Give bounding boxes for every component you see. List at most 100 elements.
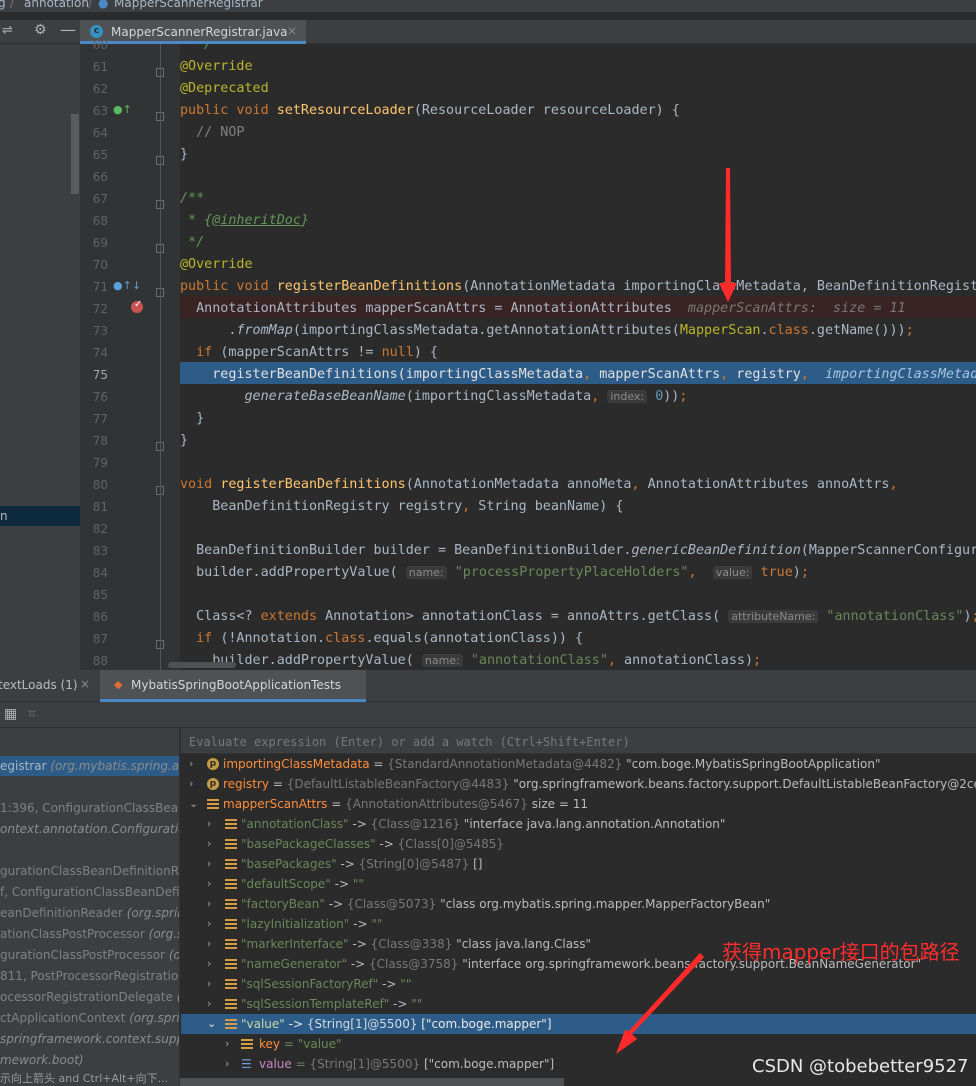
line-number: 73 (92, 324, 108, 338)
split-icon[interactable]: ⌗ (28, 706, 36, 722)
gear-icon[interactable]: ⚙ (34, 22, 47, 38)
code-line: if (mapperScanAttrs != null) { (196, 345, 438, 360)
variables-horizontal-scrollbar[interactable] (180, 1078, 564, 1086)
editor-horizontal-scrollbar[interactable] (168, 662, 236, 668)
code-editor[interactable]: */ @Override @Deprecated public void set… (180, 44, 976, 670)
map-entry-row[interactable]: › "basePackages" -> {String[0]@5487} [] (181, 854, 976, 874)
frame-item[interactable]: eanDefinitionReader (org.springf (0, 906, 179, 920)
chevron-right-icon[interactable]: › (207, 934, 211, 954)
close-icon[interactable]: × (80, 677, 90, 691)
line-number: 77 (92, 412, 108, 426)
tab-mybatis-tests[interactable]: ◆ MybatisSpringBootApplicationTests (100, 670, 366, 702)
field-icon (225, 919, 237, 929)
tab-context-loads[interactable]: textLoads (1) (0, 678, 78, 692)
frame-item[interactable]: 1:396, ConfigurationClassBeanD (0, 801, 179, 815)
frame-item[interactable]: 811, PostProcessorRegistrationI (0, 969, 179, 983)
code-line: * {@inheritDoc} (180, 213, 309, 228)
variable-row[interactable]: ⌄ mapperScanAttrs = {AnnotationAttribute… (181, 794, 976, 814)
code-line: builder.addPropertyValue( name: "process… (180, 565, 809, 580)
breadcrumb-separator: / (88, 0, 93, 10)
line-number-current: 75 (92, 368, 108, 382)
chevron-right-icon[interactable]: › (207, 854, 211, 874)
fold-guide (160, 44, 161, 670)
field-icon (225, 879, 237, 889)
frame-item[interactable]: springframework.context.suppo (0, 1032, 179, 1046)
line-number: 74 (92, 346, 108, 360)
chevron-right-icon[interactable]: › (225, 1054, 229, 1074)
breadcrumb-item[interactable]: MapperScannerRegistrar (114, 0, 263, 9)
map-entry-row[interactable]: › "sqlSessionFactoryRef" -> "" (181, 974, 976, 994)
chevron-right-icon[interactable]: › (207, 814, 211, 834)
code-line: BeanDefinitionBuilder builder = BeanDefi… (180, 543, 976, 558)
override-icon[interactable]: ●↑ (113, 103, 132, 116)
code-line: */ (180, 44, 213, 52)
implements-icon[interactable]: ●↑ (113, 279, 132, 292)
map-entry-row[interactable]: › "defaultScope" -> "" (181, 874, 976, 894)
chevron-right-icon[interactable]: › (207, 914, 211, 934)
code-line: generateBaseBeanName(importingClassMetad… (244, 389, 688, 404)
map-entry-row[interactable]: › "lazyInitialization" -> "" (181, 914, 976, 934)
collapse-icon[interactable]: ⇌ (2, 23, 13, 38)
chevron-right-icon[interactable]: › (207, 894, 211, 914)
code-line: BeanDefinitionRegistry registry, String … (180, 499, 624, 514)
line-number: 87 (92, 632, 108, 646)
variables-panel: Evaluate expression (Enter) or add a wat… (181, 728, 976, 1086)
chevron-down-icon[interactable]: ⌄ (189, 794, 198, 814)
line-number: 86 (92, 610, 108, 624)
map-entry-row[interactable]: › "annotationClass" -> {Class@1216} "int… (181, 814, 976, 834)
code-line: .fromMap(importingClassMetadata.getAnnot… (180, 323, 914, 338)
chevron-down-icon[interactable]: ⌄ (207, 1014, 216, 1034)
chevron-right-icon[interactable]: › (207, 834, 211, 854)
frame-item[interactable]: gurationClassPostProcessor (o (0, 948, 179, 962)
project-toolbar: ⇌ ⚙ — (0, 20, 80, 44)
line-number: 67 (92, 192, 108, 206)
chevron-right-icon[interactable]: › (207, 994, 211, 1014)
chevron-right-icon[interactable]: › (207, 974, 211, 994)
close-icon[interactable]: × (287, 24, 297, 38)
line-number: 88 (92, 654, 108, 668)
frame-item[interactable]: f, ConfigurationClassBeanDefini (0, 885, 179, 899)
map-entry-row[interactable]: › "factoryBean" -> {Class@5073} "class o… (181, 894, 976, 914)
layout-icon[interactable]: ▦ (4, 706, 17, 722)
code-line: } (180, 433, 189, 448)
project-item-label: n (0, 509, 8, 523)
minimize-icon[interactable]: — (60, 20, 76, 39)
breadcrumb-separator: / (10, 0, 15, 10)
evaluate-expression-input[interactable]: Evaluate expression (Enter) or add a wat… (181, 728, 976, 754)
chevron-right-icon[interactable]: › (207, 954, 211, 974)
frame-item[interactable]: egistrar (org.mybatis.spring.an (0, 759, 179, 773)
chevron-right-icon[interactable]: › (207, 874, 211, 894)
field-icon (225, 839, 237, 849)
variable-row[interactable]: › key = "value" (181, 1034, 976, 1054)
frame-item[interactable]: ctApplicationContext (org.spri (0, 1011, 179, 1025)
tab-mapper-scanner-registrar[interactable]: c MapperScannerRegistrar.java × (80, 20, 306, 44)
step-down-icon[interactable]: ↓ (132, 279, 141, 292)
annotation-label: 获得mapper接口的包路径 (722, 940, 960, 964)
breadcrumb-item[interactable]: g (0, 0, 6, 9)
line-number: 84 (92, 566, 108, 580)
parameter-icon: p (207, 778, 219, 790)
chevron-right-icon[interactable]: › (225, 1034, 229, 1054)
frame-item[interactable]: ocessorRegistrationDelegate ( (0, 990, 179, 1004)
map-entry-row[interactable]: › "sqlSessionTemplateRef" -> "" (181, 994, 976, 1014)
field-icon (225, 999, 237, 1009)
chevron-right-icon[interactable]: › (189, 774, 193, 794)
frame-item[interactable]: ontext.annotation.Configuration (0, 822, 179, 836)
project-panel: n (0, 44, 80, 670)
breadcrumb-item[interactable]: annotation (24, 0, 89, 9)
variable-row[interactable]: › p registry = {DefaultListableBeanFacto… (181, 774, 976, 794)
frame-item[interactable]: ationClassPostProcessor (org.sp (0, 927, 179, 941)
variable-row[interactable]: › p importingClassMetadata = {StandardAn… (181, 754, 976, 774)
frame-item[interactable]: gurationClassBeanDefinitionRe (0, 864, 179, 878)
frame-item[interactable]: mework.boot) (0, 1053, 84, 1067)
line-number: 72 (92, 302, 108, 316)
map-entry-row[interactable]: › "basePackageClasses" -> {Class[0]@5485… (181, 834, 976, 854)
project-scrollbar[interactable] (71, 114, 79, 194)
inline-value: importingClassMetad (824, 367, 976, 382)
line-number: 80 (92, 478, 108, 492)
project-selected-row[interactable]: n (0, 506, 80, 526)
map-entry-row-selected[interactable]: ⌄ "value" -> {String[1]@5500} ["com.boge… (181, 1014, 976, 1034)
code-line: @Override (180, 59, 253, 74)
code-line: } (180, 411, 205, 426)
chevron-right-icon[interactable]: › (189, 754, 193, 774)
